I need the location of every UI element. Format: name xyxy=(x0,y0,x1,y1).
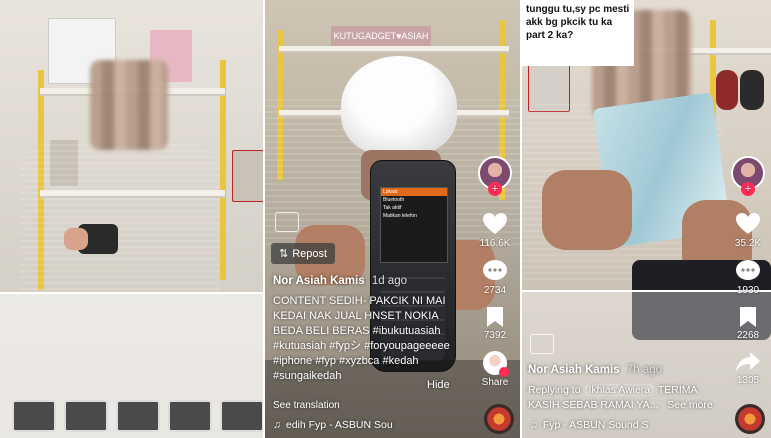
comment-count: 1930 xyxy=(736,285,760,296)
phone-menu-item: Tak aktif xyxy=(383,205,402,211)
share-count: 1305 xyxy=(736,375,760,386)
repost-label: Repost xyxy=(292,247,328,260)
repost-button[interactable]: ⇅ Repost xyxy=(271,243,336,264)
hide-button[interactable]: Hide xyxy=(427,378,450,393)
display-phone xyxy=(168,400,212,432)
phone-menu-item: Matikan telefon xyxy=(383,213,417,219)
repost-icon: ⇅ xyxy=(279,248,289,260)
video-panel-3[interactable]: tunggu tu,sy pc mesti akk bg pkcik tu ka… xyxy=(522,0,771,438)
bookmark-icon[interactable] xyxy=(739,306,757,328)
music-info[interactable]: ♫ edih Fyp - ASBUN Sou xyxy=(273,419,393,431)
headphone-box xyxy=(740,70,764,110)
reply-caption: Replying to Ikhlas Awiera TERIMA KASIH S… xyxy=(528,383,728,413)
caption-line: CONTENT SEDIH- PAKCIK NI MAI xyxy=(273,295,446,307)
phone-menu-item: Bluetooth xyxy=(383,197,405,203)
phone-screen: Lokasi Bluetooth Tak aktif Matikan telef… xyxy=(380,187,448,263)
video-caption: CONTENT SEDIH- PAKCIK NI MAI KEDAI NAK J… xyxy=(273,294,483,384)
captions-toggle-icon[interactable] xyxy=(530,334,554,354)
hand xyxy=(542,170,632,250)
username[interactable]: Nor Asiah Kamis 1d ago xyxy=(273,274,407,289)
man-shirt xyxy=(20,140,220,290)
username[interactable]: Nor Asiah Kamis 7h ago xyxy=(528,363,662,378)
comment-reply-sticker: tunggu tu,sy pc mesti akk bg pkcik tu ka… xyxy=(522,0,634,66)
music-disc-icon[interactable] xyxy=(735,404,765,434)
music-info[interactable]: ♫ Fyp - ASBUN Sound S xyxy=(530,419,649,431)
creator-avatar[interactable]: + xyxy=(478,156,512,196)
video-panel-1[interactable] xyxy=(0,0,263,438)
time-ago: 1d ago xyxy=(371,275,407,287)
like-count: 35.2K xyxy=(734,238,762,249)
see-more-link[interactable]: See more xyxy=(667,399,713,411)
headphone-box xyxy=(232,150,263,202)
reply-text-2: KASIH SEBAB RAMAI YA... xyxy=(528,399,659,411)
action-rail: + 116.6K 2734 7392 Share xyxy=(476,156,514,388)
shop-sign: KUTUGADGET♥ASIAH xyxy=(331,26,431,46)
replying-user[interactable]: Ikhlas Awiera xyxy=(585,384,654,396)
music-note-icon: ♫ xyxy=(530,419,538,431)
caption-line: #kutuasiah #fypシ #foryoupageeeee xyxy=(273,340,450,352)
share-arrow-icon[interactable] xyxy=(735,351,761,373)
display-phone xyxy=(12,400,56,432)
video-panel-2[interactable]: KUTUGADGET♥ASIAH Lokasi Bluetooth Tak ak… xyxy=(265,0,520,438)
caption-line: KEDAI NAK JUAL HNSET NOKIA xyxy=(273,310,439,322)
blurred-face xyxy=(90,60,168,150)
music-note-icon: ♫ xyxy=(273,419,281,431)
reply-text: TERIMA xyxy=(657,384,698,396)
phone-menu-item: Lokasi xyxy=(381,188,447,196)
share-label: Share xyxy=(481,377,509,388)
music-disc-icon[interactable] xyxy=(484,404,514,434)
comment-icon[interactable] xyxy=(482,259,508,283)
username-text: Nor Asiah Kamis xyxy=(528,364,620,376)
save-count: 7392 xyxy=(483,330,507,341)
comment-icon[interactable] xyxy=(735,259,761,283)
share-avatar[interactable] xyxy=(483,351,509,377)
music-title: Fyp - ASBUN Sound S xyxy=(542,419,649,431)
shelf-board xyxy=(279,46,509,53)
like-count: 116.6K xyxy=(479,238,511,249)
username-text: Nor Asiah Kamis xyxy=(273,275,365,287)
see-translation-link[interactable]: See translation xyxy=(273,398,340,413)
caption-line: BEDA BELI BERAS #ibukutuasiah xyxy=(273,325,441,337)
time-ago: 7h ago xyxy=(626,364,662,376)
replying-prefix: Replying to xyxy=(528,384,581,396)
display-phone xyxy=(64,400,108,432)
follow-plus-icon[interactable]: + xyxy=(488,182,502,196)
caption-line: #sungaikedah xyxy=(273,370,342,382)
share-badge-icon xyxy=(499,367,509,377)
display-phone xyxy=(220,400,263,432)
creator-avatar[interactable]: + xyxy=(731,156,765,196)
heart-icon[interactable] xyxy=(735,212,761,236)
action-rail: + 35.2K 1930 2268 1305 xyxy=(729,156,767,386)
hand xyxy=(64,228,88,250)
display-phone xyxy=(116,400,160,432)
heart-icon[interactable] xyxy=(482,212,508,236)
captions-toggle-icon[interactable] xyxy=(275,212,299,232)
white-cap xyxy=(341,56,457,156)
music-title: edih Fyp - ASBUN Sou xyxy=(285,419,393,431)
follow-plus-icon[interactable]: + xyxy=(741,182,755,196)
caption-line: #iphone #fyp #xyzbca #kedah xyxy=(273,355,419,367)
headphone-box xyxy=(716,70,738,110)
bookmark-icon[interactable] xyxy=(486,306,504,328)
save-count: 2268 xyxy=(736,330,760,341)
comment-count: 2734 xyxy=(483,285,507,296)
